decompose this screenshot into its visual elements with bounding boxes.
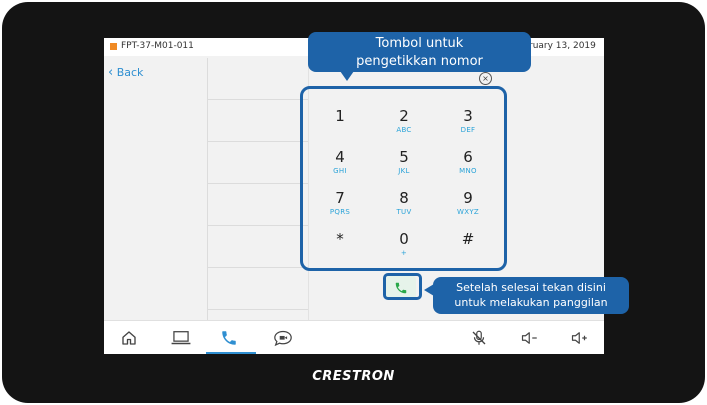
date-text: ruary 13, 2019 [529,41,596,51]
call-callout-line2: untuk melakukan panggilan [454,296,608,309]
call-callout-line1: Setelah selesai tekan disini [456,281,606,294]
list-item[interactable] [208,309,308,310]
call-callout-pointer [424,284,434,296]
video-chat-icon [274,330,292,347]
list-item[interactable] [208,141,308,142]
status-indicator-icon [110,43,117,50]
back-button[interactable]: ‹ Back [108,65,143,80]
crestron-logo: CRESTRON [312,369,395,384]
call-callout: Setelah selesai tekan disini untuk melak… [433,277,629,314]
home-icon [122,331,136,345]
keypad-callout-line2: pengetikkan nomor [356,54,483,69]
volume-down-button[interactable] [512,321,548,354]
phone-icon [222,331,236,345]
recent-calls-list [207,58,309,320]
volume-down-icon [521,332,537,344]
keypad-highlight [300,86,507,271]
nav-video[interactable] [264,321,300,354]
keypad-callout-pointer [340,71,354,81]
keypad-callout: Tombol untuk pengetikkan nomor [308,32,531,72]
laptop-icon [171,331,191,345]
nav-home[interactable] [112,321,148,354]
volume-up-icon [571,332,587,344]
list-item[interactable] [208,99,308,100]
bottom-nav-bar [104,320,604,354]
chevron-left-icon: ‹ [108,65,114,80]
device-id: FPT-37-M01-011 [121,41,194,51]
nav-presentation[interactable] [162,321,198,354]
active-tab-indicator [206,352,256,354]
volume-up-button[interactable] [562,321,598,354]
list-item[interactable] [208,267,308,268]
list-item[interactable] [208,183,308,184]
call-button-highlight [383,273,422,300]
mic-mute-button[interactable] [462,321,498,354]
back-label: Back [116,66,144,79]
list-item[interactable] [208,225,308,226]
nav-phone[interactable] [212,321,248,354]
backspace-circle-icon[interactable]: × [479,72,492,85]
mic-muted-icon [472,330,486,345]
keypad-callout-line1: Tombol untuk [375,36,464,51]
